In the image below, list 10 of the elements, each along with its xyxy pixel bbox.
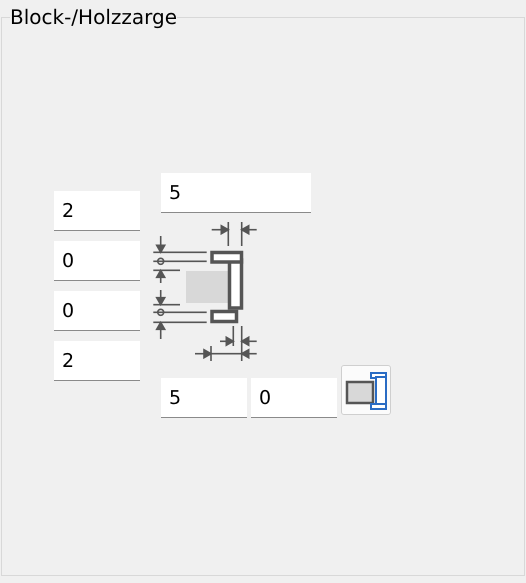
input-field[interactable]: 2: [54, 341, 140, 381]
input-field[interactable]: 2: [54, 191, 140, 231]
input-field[interactable]: 5: [161, 173, 311, 213]
input-field[interactable]: 0: [251, 378, 337, 418]
input-field[interactable]: 5: [161, 378, 247, 418]
input-field[interactable]: 0: [54, 291, 140, 331]
group-title: Block-/Holzzarge: [10, 6, 178, 28]
frame-icon: [345, 369, 387, 411]
frame-type-button[interactable]: [341, 365, 391, 415]
input-field[interactable]: 0: [54, 241, 140, 281]
